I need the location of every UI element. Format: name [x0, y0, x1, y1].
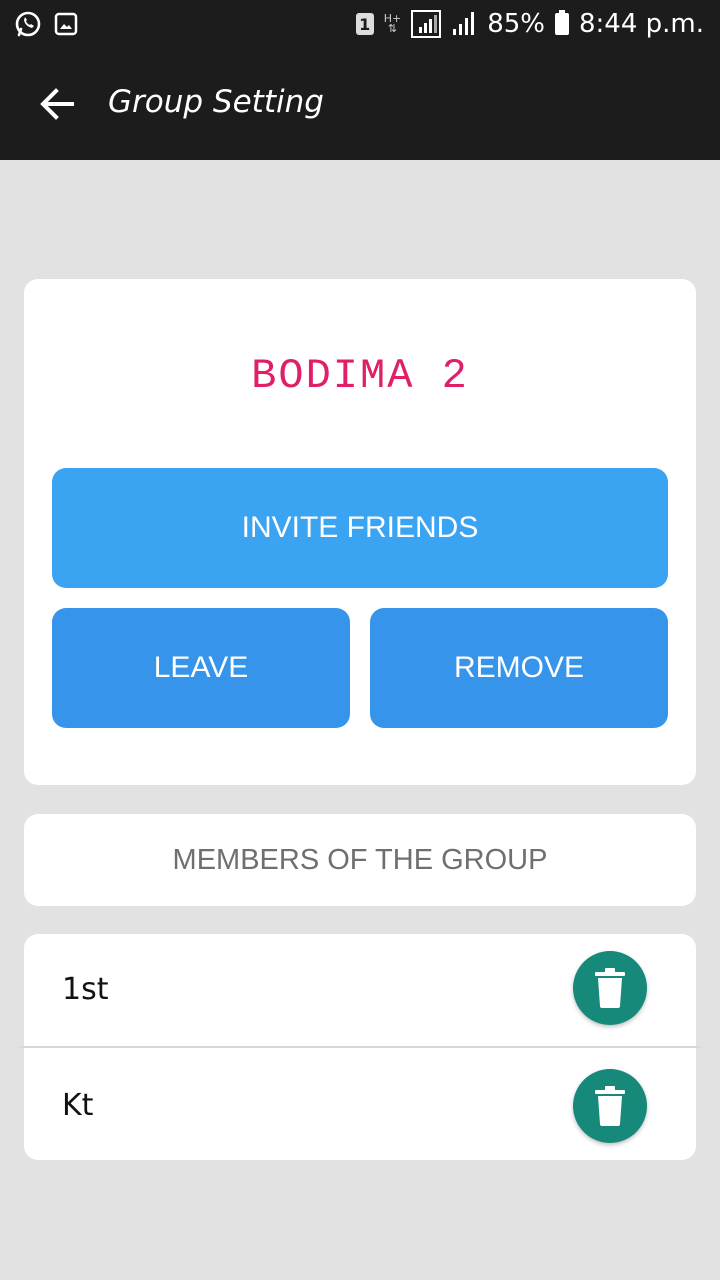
- system-status: 1 H+ ⇅ 85% 8:44 p.m.: [355, 8, 704, 40]
- list-divider: [20, 1046, 700, 1048]
- page-title: Group Setting: [108, 84, 324, 120]
- signal-icon: [411, 10, 442, 38]
- back-button[interactable]: [32, 80, 80, 128]
- app-bar: Group Setting: [0, 48, 720, 160]
- battery-icon: [554, 10, 569, 35]
- delete-member-button[interactable]: [573, 1069, 647, 1143]
- group-name: BODIMA 2: [251, 352, 469, 400]
- notification-icons: [14, 10, 78, 38]
- delete-member-button[interactable]: [573, 951, 647, 1025]
- leave-button[interactable]: LEAVE: [52, 608, 350, 728]
- whatsapp-icon: [15, 11, 41, 37]
- invite-friends-button[interactable]: INVITE FRIENDS: [52, 468, 668, 588]
- trash-icon: [595, 1086, 625, 1126]
- sim-slot-badge: 1: [355, 13, 374, 35]
- clock: 8:44 p.m.: [578, 9, 704, 39]
- members-section-title: MEMBERS OF THE GROUP: [172, 844, 548, 876]
- battery-percent: 85%: [487, 9, 545, 39]
- member-name: Kt: [62, 1088, 94, 1123]
- trash-icon: [595, 968, 625, 1008]
- member-name: 1st: [62, 972, 109, 1007]
- network-type: H+ ⇅: [383, 12, 402, 35]
- signal-icon-2: [453, 12, 475, 35]
- status-bar: 1 H+ ⇅ 85% 8:44 p.m.: [0, 0, 720, 48]
- remove-button[interactable]: REMOVE: [370, 608, 668, 728]
- image-icon: [54, 12, 78, 36]
- arrow-back-icon: [40, 88, 74, 120]
